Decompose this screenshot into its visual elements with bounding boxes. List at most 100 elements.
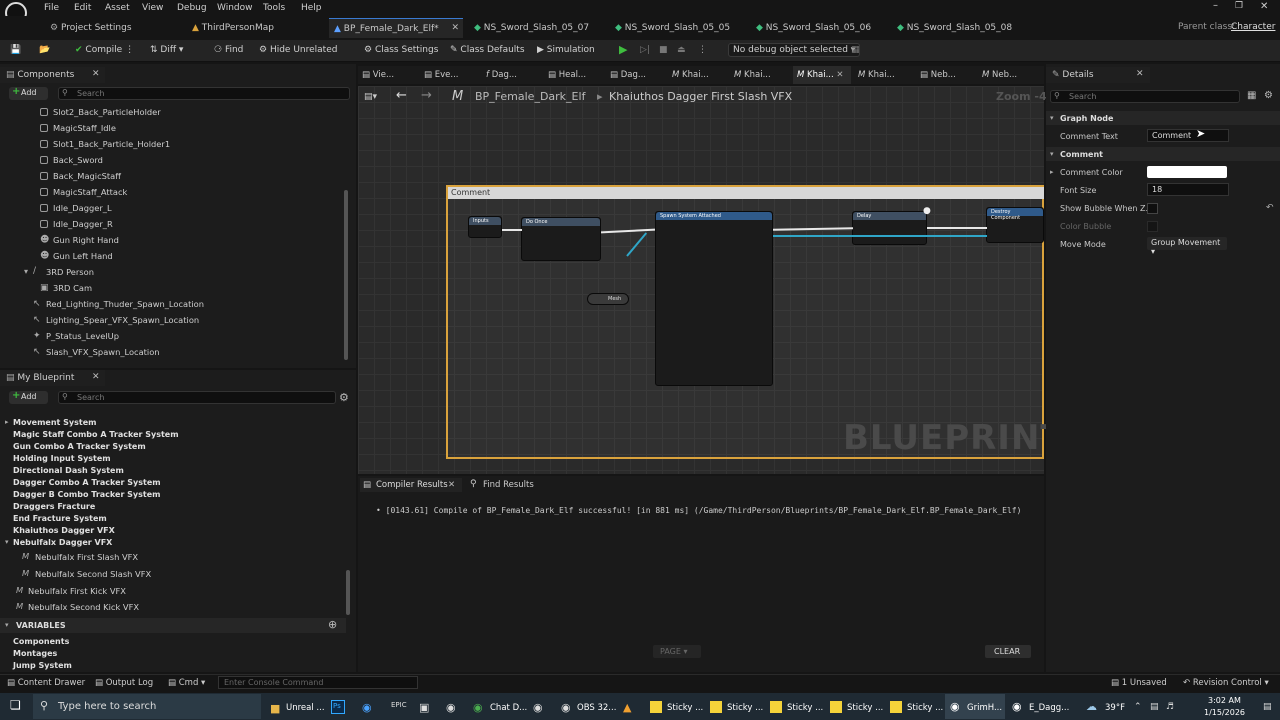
variable-category[interactable]: Montages bbox=[13, 649, 57, 658]
page-dropdown[interactable]: PAGE ▾ bbox=[653, 645, 701, 658]
subtab[interactable]: ▤ Eve... bbox=[424, 70, 458, 80]
taskbar-search-input[interactable]: ⚲ Type here to search bbox=[33, 694, 261, 719]
show-bubble-checkbox[interactable] bbox=[1147, 203, 1158, 214]
my-blueprint-tab[interactable]: ▤ My Blueprint ✕ bbox=[0, 370, 105, 386]
close-icon[interactable]: ✕ bbox=[1136, 69, 1144, 79]
output-log-button[interactable]: ▤ Output Log bbox=[95, 678, 153, 688]
app-icon[interactable]: ◉ bbox=[446, 701, 456, 714]
maximize-icon[interactable]: ❐ bbox=[1235, 1, 1243, 11]
taskbar-app[interactable]: Chat D... bbox=[490, 703, 527, 713]
function-item[interactable]: Nebulfalx Second Kick VFX bbox=[28, 602, 139, 612]
revision-control-button[interactable]: ↶ Revision Control ▾ bbox=[1183, 678, 1269, 688]
menu-tools[interactable]: Tools bbox=[263, 3, 285, 13]
parent-class-value[interactable]: Character bbox=[1231, 22, 1275, 32]
component-item[interactable]: MagicStaff_Idle bbox=[53, 123, 116, 133]
epic-icon[interactable]: EPIC bbox=[391, 701, 407, 709]
browse-icon[interactable]: 📂 bbox=[39, 45, 50, 55]
menu-asset[interactable]: Asset bbox=[105, 3, 130, 13]
taskbar-app[interactable]: Sticky ... bbox=[727, 703, 763, 713]
component-item[interactable]: Idle_Dagger_R bbox=[53, 219, 113, 229]
taskbar-app[interactable]: Sticky ... bbox=[907, 703, 943, 713]
collapse-arrow-icon[interactable]: ▾ bbox=[24, 267, 28, 276]
tab-project-settings[interactable]: ⚙ Project Settings bbox=[50, 18, 170, 38]
steam-icon[interactable]: ◉ bbox=[533, 701, 543, 714]
find-results-tab[interactable]: Find Results bbox=[483, 480, 534, 490]
inputs-node[interactable]: Inputs bbox=[468, 216, 502, 238]
details-search-input[interactable]: Search bbox=[1050, 90, 1240, 103]
do-once-node[interactable]: Do Once bbox=[521, 217, 601, 261]
class-defaults-button[interactable]: ✎ Class Defaults bbox=[450, 45, 525, 55]
blueprint-scrollbar[interactable] bbox=[346, 570, 350, 615]
component-item[interactable]: Red_Lighting_Thuder_Spawn_Location bbox=[46, 299, 204, 309]
component-item[interactable]: Gun Left Hand bbox=[53, 251, 113, 261]
close-icon[interactable]: ✕ bbox=[92, 372, 100, 382]
eject-icon[interactable]: ⏏ bbox=[677, 45, 686, 55]
menu-help[interactable]: Help bbox=[301, 3, 322, 13]
volume-icon[interactable]: ♬ bbox=[1166, 702, 1174, 712]
subtab[interactable]: M Khai... bbox=[858, 70, 895, 80]
graph-category[interactable]: Draggers Fracture bbox=[13, 502, 95, 511]
class-settings-button[interactable]: ⚙ Class Settings bbox=[364, 45, 438, 55]
tab-bp-female-dark-elf[interactable]: ▲ BP_Female_Dark_Elf* ✕ bbox=[329, 18, 463, 38]
graph-category[interactable]: Nebulfalx Dagger VFX bbox=[13, 538, 112, 547]
subtab[interactable]: M Khai... bbox=[734, 70, 771, 80]
comment-text-input[interactable]: Comment bbox=[1147, 129, 1229, 142]
taskbar-app[interactable]: Unreal ... bbox=[286, 703, 325, 713]
add-variable-icon[interactable]: ⊕ bbox=[328, 618, 337, 631]
component-item[interactable]: Gun Right Hand bbox=[53, 235, 119, 245]
function-item[interactable]: Nebulfalx First Kick VFX bbox=[28, 586, 126, 596]
cmd-dropdown[interactable]: ▤ Cmd ▾ bbox=[168, 678, 205, 688]
subtab[interactable]: ▤ Neb... bbox=[920, 70, 956, 80]
blueprint-search-input[interactable]: Search bbox=[58, 391, 336, 404]
graph-category[interactable]: End Fracture System bbox=[13, 514, 107, 523]
debug-select-icon[interactable]: ▦ bbox=[851, 45, 860, 55]
graph-category[interactable]: Holding Input System bbox=[13, 454, 111, 463]
expand-arrow-icon[interactable]: ▸ bbox=[5, 418, 9, 426]
close-icon[interactable]: ✕ bbox=[448, 480, 455, 490]
stop-icon[interactable]: ■ bbox=[659, 45, 668, 55]
notification-icon[interactable]: ▤ bbox=[1263, 702, 1272, 712]
function-item[interactable]: Nebulfalx Second Slash VFX bbox=[35, 569, 151, 579]
taskbar-app[interactable]: Sticky ... bbox=[787, 703, 823, 713]
clear-button[interactable]: CLEAR bbox=[985, 645, 1031, 658]
console-input[interactable]: Enter Console Command bbox=[218, 676, 418, 689]
tab-ns-sword-slash-05-07[interactable]: ◆ NS_Sword_Slash_05_07 bbox=[474, 18, 604, 38]
menu-file[interactable]: File bbox=[44, 3, 59, 13]
graph-category[interactable]: Movement System bbox=[13, 418, 97, 427]
back-arrow-icon[interactable]: ← bbox=[396, 88, 407, 103]
subtab[interactable]: ▤ Vie... bbox=[362, 70, 394, 80]
hide-unrelated-button[interactable]: ⚙ Hide Unrelated bbox=[259, 45, 337, 55]
graph-category[interactable]: Gun Combo A Tracker System bbox=[13, 442, 146, 451]
components-add-button[interactable]: Add bbox=[9, 86, 48, 100]
component-item[interactable]: Idle_Dagger_L bbox=[53, 203, 112, 213]
collapse-arrow-icon[interactable]: ▾ bbox=[5, 538, 9, 546]
components-scrollbar[interactable] bbox=[344, 190, 348, 360]
component-item[interactable]: Slot1_Back_Particle_Holder1 bbox=[53, 139, 170, 149]
tray-chevron-icon[interactable]: ⌃ bbox=[1134, 702, 1142, 712]
graph-category[interactable]: Dagger B Combo Tracker System bbox=[13, 490, 161, 499]
components-search-input[interactable]: Search bbox=[58, 87, 350, 100]
color-bubble-checkbox[interactable] bbox=[1147, 221, 1158, 232]
variable-category[interactable]: Components bbox=[13, 637, 69, 646]
graph-menu-icon[interactable]: ▤▾ bbox=[364, 92, 377, 102]
close-icon[interactable]: ✕ bbox=[92, 69, 100, 79]
details-tab[interactable]: ✎ Details ✕ bbox=[1046, 67, 1150, 83]
tab-thirdpersonmap[interactable]: ▲ ThirdPersonMap bbox=[192, 18, 312, 38]
destroy-component-node[interactable]: Destroy Component bbox=[986, 207, 1044, 243]
find-button[interactable]: ⚆ Find bbox=[214, 45, 243, 55]
network-icon[interactable]: ▤ bbox=[1150, 702, 1159, 712]
simulation-button[interactable]: ▶ Simulation bbox=[537, 45, 595, 55]
close-window-icon[interactable]: ✕ bbox=[1260, 1, 1268, 12]
diff-button[interactable]: ⇅ Diff ▾ bbox=[150, 45, 183, 55]
content-drawer-button[interactable]: ▤ Content Drawer bbox=[7, 678, 85, 688]
graph-category[interactable]: Directional Dash System bbox=[13, 466, 124, 475]
play-options-icon[interactable]: ⋮ bbox=[698, 45, 707, 55]
weather-temp[interactable]: 39°F bbox=[1105, 703, 1125, 713]
component-item[interactable]: MagicStaff_Attack bbox=[53, 187, 127, 197]
component-item[interactable]: P_Status_LevelUp bbox=[46, 331, 119, 341]
breadcrumb-blueprint[interactable]: BP_Female_Dark_Elf bbox=[475, 90, 585, 103]
component-item[interactable]: Slot2_Back_ParticleHolder bbox=[53, 107, 161, 117]
component-item[interactable]: Back_MagicStaff bbox=[53, 171, 121, 181]
font-size-input[interactable]: 18 bbox=[1147, 183, 1229, 196]
component-item[interactable]: Lighting_Spear_VFX_Spawn_Location bbox=[46, 315, 199, 325]
